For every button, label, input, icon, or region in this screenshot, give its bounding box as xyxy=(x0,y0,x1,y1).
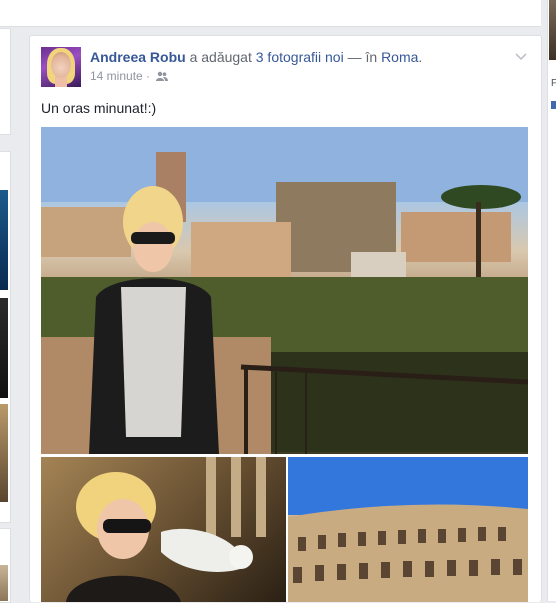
post-header: Andreea Robu a adăugat 3 fotografii noi … xyxy=(90,49,422,65)
right-column-card xyxy=(547,0,556,601)
post-meta: 14 minute · xyxy=(90,69,169,84)
post-photo-thumbnail[interactable] xyxy=(288,457,528,602)
location-prefix: — în xyxy=(343,49,382,65)
post-photo-thumbnail[interactable] xyxy=(41,457,286,602)
meta-separator: · xyxy=(142,69,154,83)
timestamp[interactable]: 14 minute xyxy=(90,69,143,83)
forum-photo xyxy=(66,457,266,602)
author-name[interactable]: Andreea Robu xyxy=(90,49,186,65)
post-status-text: Un oras minunat!:) xyxy=(41,100,157,116)
colosseum-photo xyxy=(41,127,528,454)
right-column-button[interactable] xyxy=(551,101,556,109)
right-column-label: F xyxy=(551,78,556,89)
sidebar-photo-thumbnail[interactable] xyxy=(0,190,8,290)
feed-post: Andreea Robu a adăugat 3 fotografii noi … xyxy=(29,35,542,602)
post-photo-main[interactable] xyxy=(41,127,528,454)
friends-icon[interactable] xyxy=(156,70,169,84)
location-suffix: . xyxy=(418,49,423,65)
chevron-down-icon[interactable] xyxy=(513,48,529,64)
sidebar-photo-thumbnail[interactable] xyxy=(0,565,8,601)
avatar[interactable] xyxy=(41,47,81,87)
sidebar-photo-thumbnail[interactable] xyxy=(0,404,8,502)
left-sidebar-card xyxy=(0,28,11,135)
avatar-face xyxy=(51,52,71,78)
action-text: a adăugat xyxy=(185,49,256,65)
right-column-image[interactable] xyxy=(549,0,556,60)
colosseum-interior-photo xyxy=(288,457,528,602)
previous-post-bottom xyxy=(0,0,541,27)
sidebar-photo-thumbnail[interactable] xyxy=(0,298,8,398)
photos-link[interactable]: 3 fotografii noi xyxy=(256,49,344,65)
location-link[interactable]: Roma xyxy=(381,49,418,65)
